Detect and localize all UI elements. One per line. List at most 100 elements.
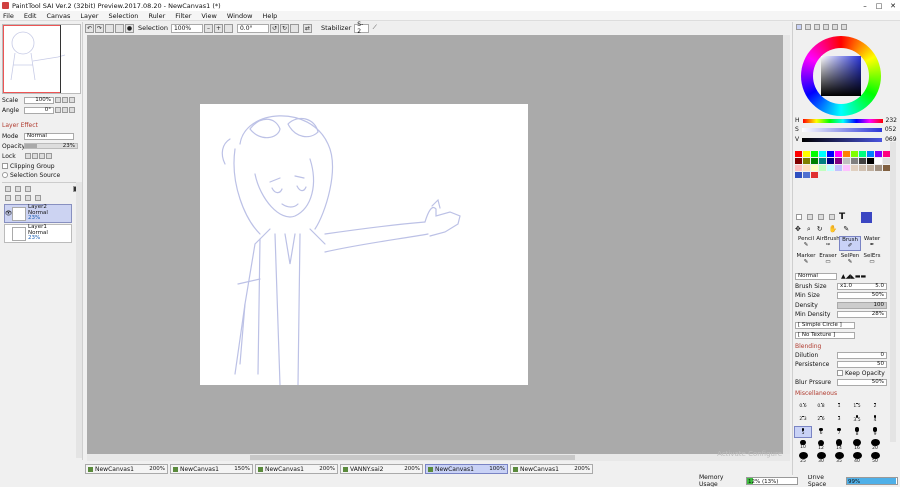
invert-selection-icon[interactable] [115,23,124,33]
horizontal-scroll-thumb[interactable] [250,455,575,460]
brush-size-preset[interactable]: 5 [794,426,812,438]
menu-layer[interactable]: Layer [80,12,98,20]
brush-size-preset[interactable]: 3 [830,413,848,425]
zoom-out-icon[interactable]: – [203,23,213,33]
brush-texture-select[interactable]: [ No Texture ] [795,331,855,339]
lock-all-icon[interactable] [46,153,52,159]
layer-effect-header[interactable]: Layer Effect [2,121,82,129]
scale-up-icon[interactable] [62,97,68,103]
color-swatch[interactable] [851,151,858,157]
eyedropper-icon[interactable] [829,214,835,220]
color-swatch[interactable] [843,158,850,164]
brush-mode-select[interactable]: Normal [795,272,837,280]
rotate-cw-icon[interactable]: ↻ [279,23,289,33]
brush-size-preset[interactable]: 40 [848,452,866,464]
hsv-slider-mode-icon[interactable] [814,24,820,30]
color-swatch[interactable] [859,158,866,164]
eye-icon[interactable]: 👁 [5,205,13,222]
color-swatch[interactable] [851,158,858,164]
color-swatch[interactable] [811,165,818,171]
delete-layer-icon[interactable] [35,195,41,201]
color-swatch[interactable] [843,165,850,171]
lock-brush-icon[interactable] [32,153,38,159]
brush-size-preset[interactable]: 2 [866,400,884,412]
brush-size-preset[interactable]: 14 [830,439,848,451]
color-swatch[interactable] [867,151,874,157]
canvas-tab-active[interactable]: NewCanvas1 100% [425,464,508,474]
minimize-icon[interactable]: – [858,0,872,11]
tool-selers[interactable]: SelErs ▭ [861,253,883,268]
color-picker-icon[interactable]: ✎ [843,225,849,233]
color-swatch[interactable] [811,158,818,164]
angle-ccw-icon[interactable] [55,107,61,113]
tool-marker[interactable]: Marker ✎ [795,253,817,268]
keep-opacity-checkbox[interactable] [837,370,843,376]
undo-icon[interactable]: ↶ [85,23,94,33]
color-swatch[interactable] [867,165,874,171]
color-swatch[interactable] [803,151,810,157]
color-swatch[interactable] [795,151,802,157]
color-swatch[interactable] [795,172,802,178]
menu-canvas[interactable]: Canvas [46,12,70,20]
tool-airbrush[interactable]: AirBrush ✑ [816,236,839,251]
canvas-area[interactable] [87,35,790,454]
menu-filter[interactable]: Filter [175,12,191,20]
right-panel-scrollbar[interactable] [890,142,896,442]
menu-window[interactable]: Window [227,12,253,20]
menu-help[interactable]: Help [262,12,277,20]
brush-size-preset[interactable]: 1 [830,400,848,412]
layer-item[interactable]: 👁 Layer2 Normal 23% [4,204,72,223]
color-swatches[interactable] [795,151,890,178]
zoom-field[interactable]: 100% [170,23,203,33]
color-swatch[interactable] [875,158,882,164]
canvas-tab[interactable]: NewCanvas1 200% [255,464,338,474]
brush-shape-icons[interactable]: ▲◢◣▬▬ [841,273,866,280]
brush-size-preset[interactable]: 2.3 [794,413,812,425]
brush-size-preset[interactable]: 50 [866,452,884,464]
flip-icon[interactable]: ⇄ [302,23,312,33]
merge-layer-icon[interactable] [15,195,21,201]
color-swatch[interactable] [835,165,842,171]
color-swatch[interactable] [883,165,890,171]
move-icon[interactable]: ✥ [795,225,801,233]
selection-toggle-icon[interactable]: ● [125,23,134,33]
brush-size-preset[interactable]: 12 [812,439,830,451]
brush-size-preset[interactable]: 30 [812,452,830,464]
vertical-scrollbar[interactable] [783,35,790,454]
clear-layer-icon[interactable] [25,195,31,201]
hue-ring[interactable] [801,36,881,116]
new-folder-icon[interactable] [15,186,21,192]
opacity-slider[interactable]: 23% [24,143,78,149]
color-swatch[interactable] [851,165,858,171]
color-swatch[interactable] [883,151,890,157]
color-swatch[interactable] [795,165,802,171]
scale-down-icon[interactable] [55,97,61,103]
layer-scrollbar[interactable] [76,182,82,458]
min-size-field[interactable]: 50% [837,291,887,299]
brush-size-preset[interactable]: 9 [866,426,884,438]
close-icon[interactable]: ✕ [886,0,900,11]
color-swatch[interactable] [843,151,850,157]
canvas-tab[interactable]: VANNY.sai2 200% [340,464,423,474]
navigator-viewport-frame[interactable] [3,25,61,93]
brush-size-preset[interactable]: 1.5 [848,400,866,412]
rgb-slider-mode-icon[interactable] [805,24,811,30]
clipping-checkbox[interactable] [2,163,8,169]
color-swatch[interactable] [859,165,866,171]
swatches-mode-icon[interactable] [832,24,838,30]
value-slider[interactable] [802,137,883,142]
rotate-ccw-icon[interactable]: ↺ [269,23,279,33]
current-color-swatch[interactable] [861,211,873,223]
text-tool-icon[interactable]: T [839,212,845,222]
rotate-reset-icon[interactable] [289,23,299,33]
horizontal-scrollbar[interactable]: Activate Configure [87,450,790,461]
magic-wand-icon[interactable] [818,214,824,220]
angle-field[interactable]: 0.0° [236,23,269,33]
menu-view[interactable]: View [201,12,216,20]
mode-select[interactable]: Normal [24,132,74,140]
scale-field[interactable]: 100% [24,96,54,104]
brush-size-preset[interactable]: 35 [830,452,848,464]
tool-selpen[interactable]: SelPen ✎ [839,253,861,268]
rotate-icon[interactable]: ↻ [817,225,823,233]
brush-shape-select[interactable]: [ Simple Circle ] [795,321,855,329]
